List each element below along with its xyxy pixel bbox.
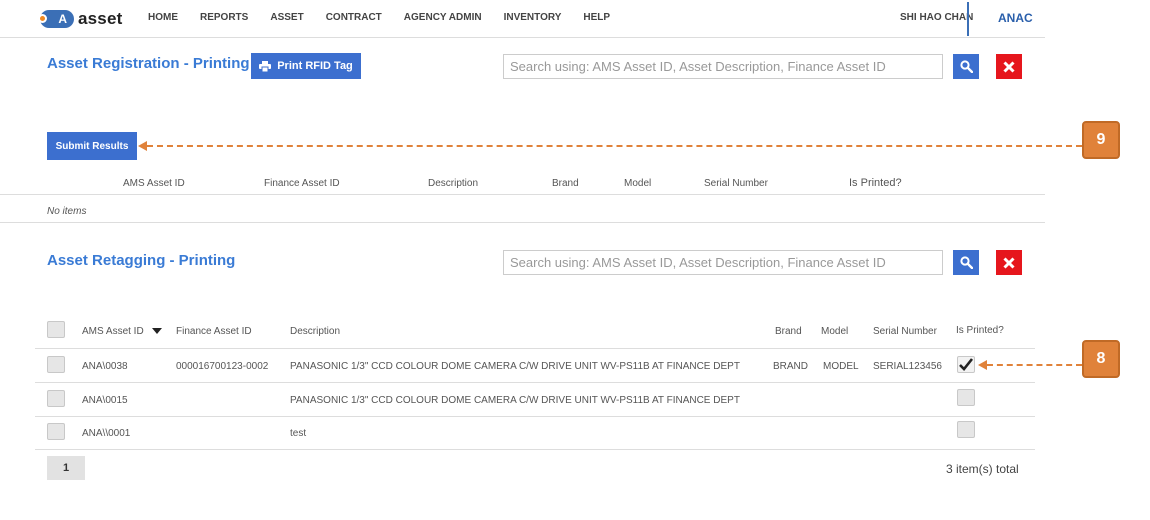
registration-clear-button[interactable]	[996, 54, 1022, 79]
row-divider	[35, 382, 1035, 383]
reg-col-is-printed: Is Printed?	[849, 177, 902, 189]
ret-col-finance-id: Finance Asset ID	[176, 326, 252, 337]
row-description: PANASONIC 1/3" CCD COLOUR DOME CAMERA C/…	[290, 361, 740, 372]
row-finance-id: 000016700123-0002	[176, 361, 269, 372]
retagging-clear-button[interactable]	[996, 250, 1022, 275]
nav-reports[interactable]: REPORTS	[200, 12, 248, 23]
page-button[interactable]: 1	[47, 456, 85, 480]
row-printed-checkbox[interactable]	[957, 421, 975, 438]
nav-agency-admin[interactable]: AGENCY ADMIN	[404, 12, 482, 23]
ret-header-divider	[35, 348, 1035, 349]
row-select-checkbox[interactable]	[47, 423, 65, 440]
row-select-checkbox[interactable]	[47, 356, 65, 373]
row-ams-id: ANA\0015	[82, 395, 128, 406]
ret-col-ams-id-label: AMS Asset ID	[82, 326, 144, 337]
user-name[interactable]: SHI HAO CHAN	[900, 12, 973, 23]
registration-title: Asset Registration - Printing	[47, 55, 250, 72]
nav-asset[interactable]: ASSET	[270, 12, 303, 23]
row-description: PANASONIC 1/3" CCD COLOUR DOME CAMERA C/…	[290, 395, 740, 406]
ret-col-description: Description	[290, 326, 341, 337]
reg-empty-text: No items	[47, 206, 87, 217]
retagging-search-button[interactable]	[953, 250, 979, 275]
row-printed-checkbox[interactable]	[957, 356, 975, 373]
row-select-checkbox[interactable]	[47, 390, 65, 407]
app-logo[interactable]: A asset	[38, 8, 123, 30]
row-ams-id: ANA\0038	[82, 361, 128, 372]
row-model: MODEL	[823, 361, 859, 372]
reg-col-serial: Serial Number	[704, 178, 768, 189]
reg-col-finance-id: Finance Asset ID	[264, 178, 340, 189]
search-icon	[959, 60, 973, 73]
callout-arrowhead	[978, 360, 987, 370]
search-icon	[959, 256, 973, 269]
row-brand: BRAND	[773, 361, 809, 372]
section-divider	[0, 222, 1045, 223]
checkmark-icon	[959, 358, 974, 371]
callout-badge-submit: 9	[1082, 121, 1120, 159]
ret-col-brand: Brand	[775, 326, 802, 337]
submit-results-button[interactable]: Submit Results	[47, 132, 137, 160]
ret-col-model: Model	[821, 326, 849, 337]
callout-badge-checkbox: 8	[1082, 340, 1120, 378]
printer-icon	[259, 60, 272, 72]
ret-col-is-printed: Is Printed?	[956, 325, 1004, 336]
nav-inventory[interactable]: INVENTORY	[504, 12, 562, 23]
agency-code[interactable]: ANAC	[998, 11, 1033, 25]
nav-home[interactable]: HOME	[148, 12, 178, 23]
logo-badge-letter: A	[58, 12, 67, 26]
print-rfid-label: Print RFID Tag	[277, 60, 353, 72]
logo-text: asset	[78, 9, 123, 28]
logo-pin-icon	[38, 14, 47, 23]
row-divider	[35, 416, 1035, 417]
items-total: 3 item(s) total	[946, 462, 1019, 476]
reg-col-model: Model	[624, 178, 652, 189]
reg-col-description: Description	[428, 178, 479, 189]
callout-line-checkbox	[987, 364, 1082, 366]
callout-arrowhead	[138, 141, 147, 151]
callout-line-submit	[147, 145, 1082, 147]
nav-menu: HOME REPORTS ASSET CONTRACT AGENCY ADMIN…	[148, 12, 632, 23]
sort-desc-icon	[152, 328, 163, 335]
reg-col-ams-id: AMS Asset ID	[123, 178, 185, 189]
logo-badge: A	[38, 10, 74, 28]
retagging-title: Asset Retagging - Printing	[47, 252, 236, 269]
reg-header-divider	[0, 194, 1045, 195]
row-description: test	[290, 428, 307, 439]
ret-col-ams-id[interactable]: AMS Asset ID	[82, 326, 163, 337]
retagging-search-input[interactable]: Search using: AMS Asset ID, Asset Descri…	[503, 250, 943, 275]
nav-help[interactable]: HELP	[583, 12, 610, 23]
row-ams-id: ANA\\0001	[82, 428, 131, 439]
select-all-checkbox[interactable]	[47, 321, 65, 338]
reg-col-brand: Brand	[552, 178, 579, 189]
ret-col-serial: Serial Number	[873, 326, 937, 337]
row-divider	[35, 449, 1035, 450]
close-icon	[1003, 256, 1015, 269]
top-nav: A asset HOME REPORTS ASSET CONTRACT AGEN…	[0, 0, 1045, 38]
row-printed-checkbox[interactable]	[957, 389, 975, 406]
nav-divider	[967, 2, 969, 36]
nav-contract[interactable]: CONTRACT	[326, 12, 382, 23]
registration-search-input[interactable]: Search using: AMS Asset ID, Asset Descri…	[503, 54, 943, 79]
row-serial: SERIAL123456	[873, 361, 942, 372]
close-icon	[1003, 60, 1015, 73]
print-rfid-button[interactable]: Print RFID Tag	[251, 53, 361, 79]
registration-search-button[interactable]	[953, 54, 979, 79]
